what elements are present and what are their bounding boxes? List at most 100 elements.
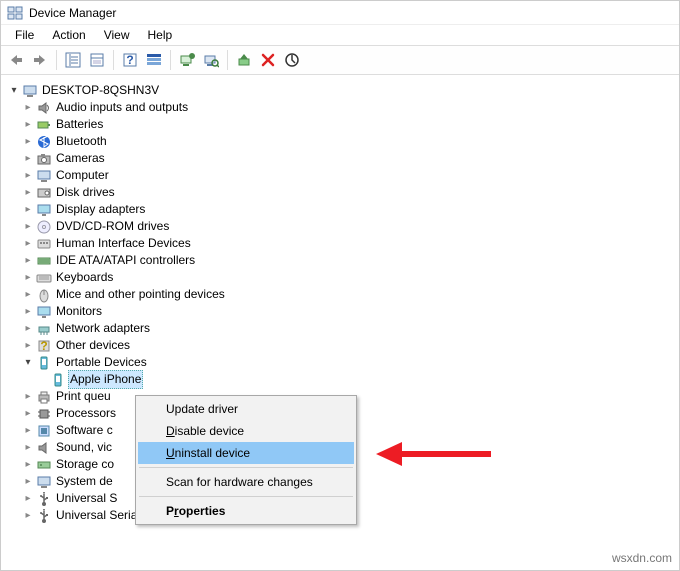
tree-node-label: System de <box>54 473 115 490</box>
tree-node[interactable]: Monitors <box>8 303 672 320</box>
tree-node-label: Audio inputs and outputs <box>54 99 190 116</box>
tree-node-label: Print queu <box>54 388 113 405</box>
tree-node[interactable]: Bluetooth <box>8 133 672 150</box>
menu-action[interactable]: Action <box>44 27 93 43</box>
tb-enable[interactable] <box>233 49 255 71</box>
ctx-properties[interactable]: Properties <box>138 500 354 522</box>
menu-view[interactable]: View <box>96 27 138 43</box>
tb-properties[interactable] <box>86 49 108 71</box>
svg-text:?: ? <box>40 339 47 353</box>
tree-node[interactable]: Network adapters <box>8 320 672 337</box>
tree-node-label: Keyboards <box>54 269 115 286</box>
tree-node[interactable]: Mice and other pointing devices <box>8 286 672 303</box>
tb-disable[interactable] <box>281 49 303 71</box>
tree-node[interactable]: ?Other devices <box>8 337 672 354</box>
ctx-disable-device[interactable]: Disable device <box>138 420 354 442</box>
expand-arrow-icon[interactable] <box>22 473 34 490</box>
tree-node-label: Computer <box>54 167 111 184</box>
battery-icon <box>36 117 52 133</box>
display-icon <box>36 202 52 218</box>
system-icon <box>36 474 52 490</box>
expand-arrow-icon[interactable] <box>22 116 34 133</box>
tree-node[interactable]: Display adapters <box>8 201 672 218</box>
tree-node[interactable]: Batteries <box>8 116 672 133</box>
ctx-scan-hardware[interactable]: Scan for hardware changes <box>138 471 354 493</box>
tree-node-label: Bluetooth <box>54 133 109 150</box>
usb-icon <box>36 491 52 507</box>
network-icon <box>36 321 52 337</box>
expand-arrow-icon[interactable] <box>22 303 34 320</box>
tree-node-label: Mice and other pointing devices <box>54 286 227 303</box>
tree-node[interactable]: Computer <box>8 167 672 184</box>
svg-text:?: ? <box>126 53 133 67</box>
tree-node[interactable]: Keyboards <box>8 269 672 286</box>
hid-icon <box>36 236 52 252</box>
expand-arrow-icon[interactable] <box>22 286 34 303</box>
sound-icon <box>36 440 52 456</box>
expand-arrow-icon[interactable] <box>22 456 34 473</box>
tb-update-driver[interactable] <box>176 49 198 71</box>
ctx-separator <box>139 467 353 468</box>
tree-node-label: DESKTOP-8QSHN3V <box>40 82 161 99</box>
expand-arrow-icon[interactable] <box>22 218 34 235</box>
expand-arrow-icon[interactable] <box>22 337 34 354</box>
tree-node-apple-iphone[interactable]: Apple iPhone <box>8 371 672 388</box>
expand-arrow-icon[interactable] <box>22 150 34 167</box>
menu-help[interactable]: Help <box>140 27 181 43</box>
expand-arrow-icon[interactable] <box>22 201 34 218</box>
forward-button[interactable] <box>29 49 51 71</box>
tree-node-label: IDE ATA/ATAPI controllers <box>54 252 197 269</box>
camera-icon <box>36 151 52 167</box>
tree-node-label: Display adapters <box>54 201 147 218</box>
expand-arrow-icon[interactable] <box>22 269 34 286</box>
expand-arrow-icon[interactable] <box>22 422 34 439</box>
tb-action-list[interactable] <box>143 49 165 71</box>
expand-arrow-icon[interactable] <box>22 405 34 422</box>
expand-arrow-icon[interactable] <box>22 252 34 269</box>
tree-node[interactable]: Human Interface Devices <box>8 235 672 252</box>
context-menu: Update driver Disable device Uninstall d… <box>135 395 357 525</box>
expand-arrow-icon[interactable] <box>8 82 20 99</box>
menu-bar: File Action View Help <box>1 25 679 45</box>
tree-node-label: Universal S <box>54 490 119 507</box>
expand-arrow-icon[interactable] <box>22 354 34 371</box>
tb-scan-hardware[interactable] <box>200 49 222 71</box>
expand-arrow-icon[interactable] <box>22 99 34 116</box>
expand-arrow-icon[interactable] <box>22 184 34 201</box>
expand-arrow-icon[interactable] <box>22 490 34 507</box>
bluetooth-icon <box>36 134 52 150</box>
dvd-icon <box>36 219 52 235</box>
expand-arrow-icon[interactable] <box>22 133 34 150</box>
menu-file[interactable]: File <box>7 27 42 43</box>
expand-arrow-icon[interactable] <box>22 507 34 524</box>
ctx-label: Update driver <box>166 402 238 416</box>
tree-node-label: Portable Devices <box>54 354 149 371</box>
tree-node-label: Network adapters <box>54 320 152 337</box>
toolbar-separator <box>56 50 57 70</box>
ctx-uninstall-device[interactable]: Uninstall device <box>138 442 354 464</box>
ide-icon <box>36 253 52 269</box>
tree-node[interactable]: Disk drives <box>8 184 672 201</box>
tb-show-hide-tree[interactable] <box>62 49 84 71</box>
tree-node-portable[interactable]: Portable Devices <box>8 354 672 371</box>
expand-arrow-icon[interactable] <box>22 167 34 184</box>
usb-icon <box>36 508 52 524</box>
ctx-update-driver[interactable]: Update driver <box>138 398 354 420</box>
tree-node[interactable]: Audio inputs and outputs <box>8 99 672 116</box>
expand-arrow-icon[interactable] <box>22 320 34 337</box>
audio-icon <box>36 100 52 116</box>
expand-arrow-icon[interactable] <box>22 439 34 456</box>
other-icon: ? <box>36 338 52 354</box>
tree-root-node[interactable]: DESKTOP-8QSHN3V <box>8 82 672 99</box>
tb-uninstall[interactable] <box>257 49 279 71</box>
ctx-label: Uninstall device <box>166 446 250 460</box>
monitor-icon <box>36 304 52 320</box>
expand-arrow-icon[interactable] <box>22 388 34 405</box>
tb-help[interactable]: ? <box>119 49 141 71</box>
back-button[interactable] <box>5 49 27 71</box>
expand-arrow-icon[interactable] <box>22 235 34 252</box>
tree-node[interactable]: DVD/CD-ROM drives <box>8 218 672 235</box>
tree-node[interactable]: IDE ATA/ATAPI controllers <box>8 252 672 269</box>
tree-node[interactable]: Cameras <box>8 150 672 167</box>
computer-icon <box>22 83 38 99</box>
